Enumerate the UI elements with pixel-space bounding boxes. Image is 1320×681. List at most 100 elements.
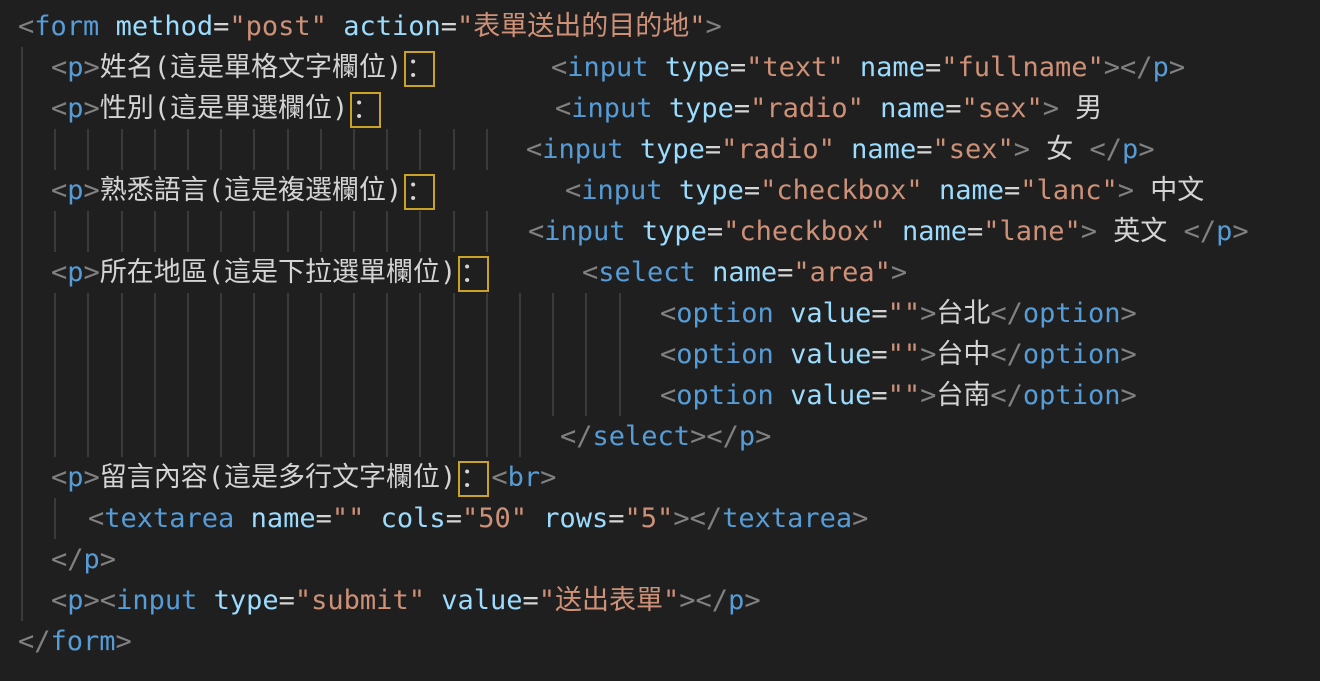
bracket-token: </ <box>1090 134 1123 165</box>
indent-guide <box>187 211 189 252</box>
code-segment: <option value="">台南</option> <box>660 375 1137 416</box>
tag-token: option <box>1023 298 1121 329</box>
indent-guide <box>453 293 455 334</box>
operator-token <box>774 298 790 329</box>
unicode-highlight-colon: ： <box>404 174 435 210</box>
indent-guide <box>320 334 322 375</box>
bracket-token: </ <box>560 421 593 452</box>
code-line: <option value="">台南</option> <box>0 375 1320 416</box>
bracket-token: < <box>51 462 67 493</box>
bracket-token: > <box>690 421 706 452</box>
attribute-token: name <box>880 93 945 124</box>
indent-guide <box>253 334 255 375</box>
indent-guide <box>453 334 455 375</box>
operator-token: = <box>730 52 746 83</box>
string-token: "post" <box>229 11 327 42</box>
indent-guide <box>619 375 621 416</box>
operator-token: = <box>316 503 332 534</box>
indent-guide <box>154 375 156 416</box>
indent-guide <box>486 293 488 334</box>
bracket-token: > <box>679 585 695 616</box>
string-token: "radio" <box>721 134 835 165</box>
code-segment: <p><input type="submit" value="送出表單"></p… <box>51 580 761 621</box>
indent-guide <box>419 334 421 375</box>
indent-guide <box>21 293 23 334</box>
indent-guide <box>187 293 189 334</box>
bracket-token: </ <box>696 585 729 616</box>
tag-token: option <box>676 339 774 370</box>
bracket-token: < <box>528 216 544 247</box>
indent-guide <box>87 211 89 252</box>
indent-guide <box>121 416 123 457</box>
bracket-token: < <box>582 257 598 288</box>
bracket-token: </ <box>706 421 739 452</box>
bracket-token: < <box>660 298 676 329</box>
indent-guide <box>419 129 421 170</box>
indent-guide <box>287 334 289 375</box>
bracket-token: > <box>1043 93 1059 124</box>
code-editor[interactable]: <form method="post" action="表單送出的目的地"><p… <box>0 0 1320 681</box>
bracket-token: < <box>660 380 676 411</box>
operator-token: = <box>446 503 462 534</box>
code-line: </select></p> <box>0 416 1320 457</box>
text-token: 性別(這是單選欄位) <box>100 93 349 124</box>
operator-token <box>364 503 380 534</box>
tag-token: option <box>676 298 774 329</box>
operator-token <box>923 175 939 206</box>
indent-guide <box>121 293 123 334</box>
indent-guide <box>519 293 521 334</box>
tag-token: textarea <box>104 503 234 534</box>
indent-guide <box>54 334 56 375</box>
indent-guide <box>121 211 123 252</box>
indent-guide <box>419 211 421 252</box>
operator-token: = <box>871 380 887 411</box>
operator-token: = <box>871 298 887 329</box>
tag-token: input <box>542 134 623 165</box>
code-segment: <p>留言內容(這是多行文字欄位)：<br> <box>51 457 556 498</box>
indent-guide <box>619 334 621 375</box>
indent-guide <box>21 375 23 416</box>
indent-guide <box>287 293 289 334</box>
operator-token <box>774 380 790 411</box>
attribute-token: cols <box>381 503 446 534</box>
indent-guide <box>21 129 23 170</box>
code-segment: <input type="radio" name="sex"> 女 </p> <box>526 129 1155 170</box>
operator-token: = <box>523 585 539 616</box>
string-token: "area" <box>793 257 891 288</box>
operator-token <box>774 339 790 370</box>
tag-token: select <box>593 421 691 452</box>
indent-guide <box>619 293 621 334</box>
indent-guide <box>320 211 322 252</box>
tag-token: option <box>1023 380 1121 411</box>
bracket-token: > <box>100 544 116 575</box>
indent-guide <box>386 293 388 334</box>
indent-guide <box>386 129 388 170</box>
bracket-token: < <box>18 11 34 42</box>
indent-guide <box>21 334 23 375</box>
operator-token: = <box>608 503 624 534</box>
attribute-token: name <box>902 216 967 247</box>
indent-guide <box>386 416 388 457</box>
bracket-token: > <box>84 93 100 124</box>
indent-guide <box>220 293 222 334</box>
bracket-token: < <box>565 175 581 206</box>
indent-guide <box>21 457 23 498</box>
tag-token: p <box>67 257 83 288</box>
indent-guide <box>54 498 56 539</box>
indent-guide <box>519 375 521 416</box>
indent-guide <box>154 211 156 252</box>
indent-guide <box>21 580 23 621</box>
indent-guide <box>21 252 23 293</box>
code-segment: <option value="">台中</option> <box>660 334 1137 375</box>
indent-guide <box>353 211 355 252</box>
bracket-token: > <box>920 380 936 411</box>
indent-guide <box>287 375 289 416</box>
string-token: "50" <box>462 503 527 534</box>
unicode-highlight-colon: ： <box>350 92 381 128</box>
tag-token: textarea <box>722 503 852 534</box>
operator-token: = <box>213 11 229 42</box>
string-token: "lanc" <box>1020 175 1118 206</box>
indent-guide <box>419 293 421 334</box>
indent-guide <box>21 211 23 252</box>
operator-token <box>626 216 642 247</box>
